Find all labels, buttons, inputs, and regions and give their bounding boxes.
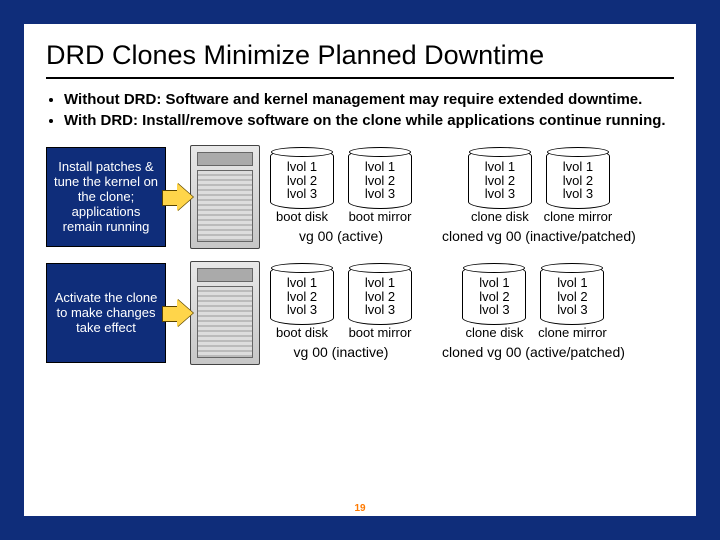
clone-disk-label: clone disk [471,210,529,224]
vg-clone-label: cloned vg 00 (active/patched) [442,344,625,360]
note-box-2: Activate the clone to make changes take … [46,263,166,363]
bullet-1: Without DRD: Software and kernel managem… [64,91,674,110]
disk-label: boot disk [276,326,328,340]
server-icon [190,145,260,249]
lv-label: lvol 3 [287,303,317,317]
vg-clone-active-group: lvol 1 lvol 2 lvol 3 clone disk lvol 1 l… [442,265,625,360]
boot-mirror-cyl: lvol 1 lvol 2 lvol 3 boot mirror [344,265,416,340]
arrow-icon [162,297,194,329]
mirror-label: boot mirror [349,210,412,224]
lv-label: lvol 2 [479,290,509,304]
clone-disk-cyl: lvol 1 lvol 2 lvol 3 clone disk [458,265,530,340]
lv-label: lvol 1 [557,276,587,290]
note-box-1: Install patches & tune the kernel on the… [46,147,166,247]
lv-label: lvol 3 [365,303,395,317]
lv-label: lvol 2 [287,174,317,188]
bullet-list: Without DRD: Software and kernel managem… [46,91,674,131]
slide-title: DRD Clones Minimize Planned Downtime [46,40,674,79]
lv-label: lvol 3 [479,303,509,317]
lv-label: lvol 1 [479,276,509,290]
lv-label: lvol 1 [365,276,395,290]
lv-label: lvol 2 [557,290,587,304]
clone-mirror-cyl: lvol 1 lvol 2 lvol 3 clone mirror [536,265,608,340]
diagram-row-2: Activate the clone to make changes take … [46,261,674,365]
lv-label: lvol 1 [485,160,515,174]
lv-label: lvol 3 [365,187,395,201]
vg-inactive-group: lvol 1 lvol 2 lvol 3 boot disk lvol 1 lv… [266,265,416,360]
boot-disk-cyl: lvol 1 lvol 2 lvol 3 boot disk [266,265,338,340]
bullet-2: With DRD: Install/remove software on the… [64,112,674,131]
lv-label: lvol 2 [287,290,317,304]
lv-label: lvol 2 [485,174,515,188]
vg-label: vg 00 (inactive) [294,344,389,360]
lv-label: lvol 2 [365,174,395,188]
lv-label: lvol 3 [287,187,317,201]
clone-mirror-label: clone mirror [538,326,607,340]
clone-mirror-cyl: lvol 1 lvol 2 lvol 3 clone mirror [542,149,614,224]
lv-label: lvol 3 [485,187,515,201]
lv-label: lvol 1 [287,160,317,174]
clone-mirror-label: clone mirror [544,210,613,224]
page-number: 19 [24,503,696,514]
disk-label: boot disk [276,210,328,224]
server-icon [190,261,260,365]
vg-clone-label: cloned vg 00 (inactive/patched) [442,228,636,244]
lv-label: lvol 2 [563,174,593,188]
lv-label: lvol 2 [365,290,395,304]
lv-label: lvol 1 [365,160,395,174]
lv-label: lvol 1 [563,160,593,174]
diagram-row-1: Install patches & tune the kernel on the… [46,145,674,249]
vg-active-group: lvol 1 lvol 2 lvol 3 boot disk lvol 1 lv… [266,149,416,244]
boot-disk-cyl: lvol 1 lvol 2 lvol 3 boot disk [266,149,338,224]
mirror-label: boot mirror [349,326,412,340]
lv-label: lvol 3 [563,187,593,201]
lv-label: lvol 1 [287,276,317,290]
lv-label: lvol 3 [557,303,587,317]
arrow-icon [162,181,194,213]
vg-clone-group: lvol 1 lvol 2 lvol 3 clone disk lvol 1 l… [442,149,636,244]
clone-disk-label: clone disk [466,326,524,340]
clone-disk-cyl: lvol 1 lvol 2 lvol 3 clone disk [464,149,536,224]
vg-label: vg 00 (active) [299,228,383,244]
boot-mirror-cyl: lvol 1 lvol 2 lvol 3 boot mirror [344,149,416,224]
